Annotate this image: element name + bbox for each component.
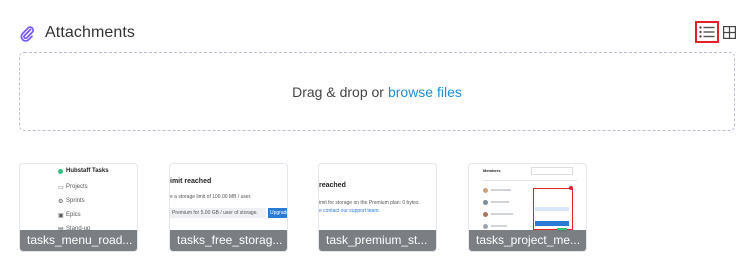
preview-text: Members — [483, 168, 501, 173]
attachment-filename: tasks_project_me... — [469, 230, 586, 251]
preview-text: imit for storage on the Premium plan: 0 … — [319, 200, 420, 206]
avatar — [483, 224, 488, 229]
preview-text: Upgrade — [268, 208, 288, 218]
preview-divider — [483, 180, 577, 181]
attachment-preview: imit reached e a storage limit of 100.00… — [170, 164, 287, 230]
attachment-preview: Hubstaff Tasks ▭ Projects ⚙ Sprints ▣ Ep… — [20, 164, 137, 233]
preview-line — [491, 189, 511, 191]
attachment-preview: reached imit for storage on the Premium … — [319, 164, 436, 230]
list-view-icon — [699, 26, 715, 38]
section-title: Attachments — [45, 24, 136, 41]
sprint-icon: ⚙ — [58, 199, 64, 205]
preview-text: Epics — [66, 212, 81, 218]
attachment-filename: task_premium_st... — [319, 230, 436, 251]
list-view-button[interactable] — [695, 21, 719, 43]
preview-line — [491, 213, 513, 215]
file-dropzone[interactable]: Drag & drop or browse files — [19, 52, 735, 131]
preview-line — [491, 225, 507, 227]
preview-marker — [569, 186, 573, 190]
attachment-preview: Members — [469, 164, 586, 232]
preview-text: imit reached — [170, 178, 212, 185]
attachments-header: Attachments — [18, 21, 742, 46]
attachment-card[interactable]: Hubstaff Tasks ▭ Projects ⚙ Sprints ▣ Ep… — [19, 163, 138, 252]
paperclip-icon — [20, 26, 34, 42]
attachment-filename: tasks_free_storag... — [170, 230, 287, 251]
avatar — [483, 212, 488, 217]
preview-text: e a storage limit of 100.00 MB / user. — [170, 194, 252, 200]
preview-text: Projects — [66, 184, 88, 190]
preview-line — [491, 201, 509, 203]
avatar — [483, 188, 488, 193]
folder-icon: ▭ — [58, 185, 64, 191]
preview-highlight — [535, 207, 569, 211]
preview-text: Premium for 5.00 GB / user of storage. — [172, 210, 258, 216]
dropzone-prompt: Drag & drop or — [292, 83, 384, 100]
avatar — [483, 200, 488, 205]
attachment-card[interactable]: imit reached e a storage limit of 100.00… — [169, 163, 288, 252]
preview-text: reached — [319, 182, 346, 189]
browse-files-link[interactable]: browse files — [388, 84, 462, 100]
attachment-card[interactable]: Members tasks_project_me... — [468, 163, 587, 252]
app-logo-icon — [58, 169, 63, 174]
preview-search — [531, 167, 573, 175]
attachment-card[interactable]: reached imit for storage on the Premium … — [318, 163, 437, 252]
epic-icon: ▣ — [58, 213, 64, 219]
preview-text: Hubstaff Tasks — [66, 168, 109, 174]
attachment-filename: tasks_menu_road... — [20, 230, 137, 251]
preview-highlight — [535, 221, 569, 226]
preview-text: Sprints — [66, 198, 85, 204]
preview-text: e contact our support team. — [319, 208, 380, 214]
grid-view-icon[interactable] — [723, 26, 736, 39]
